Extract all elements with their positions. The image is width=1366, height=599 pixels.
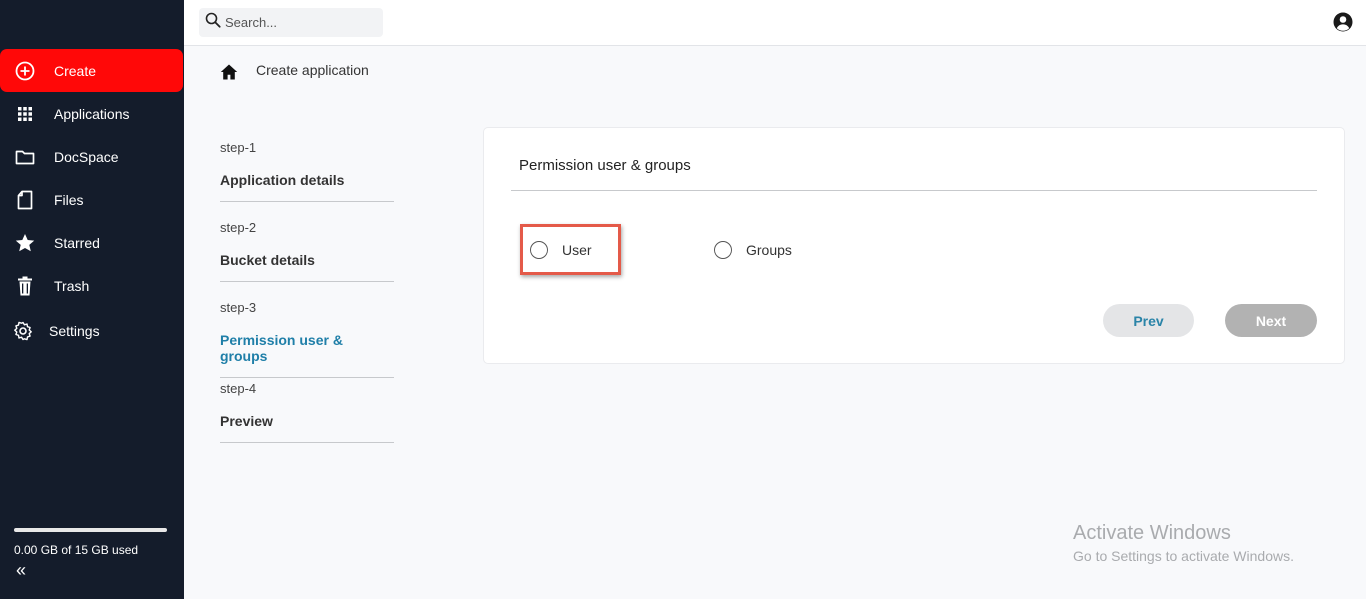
collapse-sidebar-button[interactable]: « xyxy=(16,561,26,579)
sidebar-item-docspace[interactable]: DocSpace xyxy=(0,135,184,178)
trash-icon xyxy=(14,275,36,297)
sidebar-item-label: Create xyxy=(54,62,97,79)
top-bar xyxy=(184,0,1366,46)
grid-icon xyxy=(14,103,36,125)
divider xyxy=(511,190,1317,191)
step-bucket-details[interactable]: step-2 Bucket details xyxy=(220,220,394,282)
user-radio-option[interactable]: User xyxy=(530,241,592,259)
card-title: Permission user & groups xyxy=(519,157,691,174)
step-number: step-3 xyxy=(220,300,257,315)
step-label: Application details xyxy=(220,172,345,188)
sidebar-item-label: Settings xyxy=(49,322,100,339)
prev-button[interactable]: Prev xyxy=(1103,304,1194,337)
storage-progress-bar xyxy=(14,528,167,532)
step-number: step-1 xyxy=(220,140,257,155)
step-number: step-4 xyxy=(220,381,257,396)
activate-windows-watermark-title: Activate Windows xyxy=(1073,522,1231,544)
sidebar-item-starred[interactable]: Starred xyxy=(0,221,184,264)
step-application-details[interactable]: step-1 Application details xyxy=(220,140,394,202)
sidebar-item-trash[interactable]: Trash xyxy=(0,264,184,307)
sidebar-item-label: Starred xyxy=(54,234,100,251)
gear-icon xyxy=(12,320,34,342)
user-radio-button[interactable] xyxy=(530,241,548,259)
star-icon xyxy=(14,232,36,254)
step-label: Bucket details xyxy=(220,252,315,268)
search-input[interactable] xyxy=(225,15,375,30)
sidebar-item-label: Trash xyxy=(54,277,90,294)
sidebar-item-label: Applications xyxy=(54,105,130,122)
sidebar-item-label: Files xyxy=(54,191,84,208)
sidebar-item-label: DocSpace xyxy=(54,148,119,165)
step-number: step-2 xyxy=(220,220,257,235)
plus-circle-icon xyxy=(14,60,36,82)
user-avatar-icon[interactable] xyxy=(1333,12,1353,32)
page-title: Create application xyxy=(256,62,369,78)
sidebar-item-applications[interactable]: Applications xyxy=(0,92,184,135)
groups-radio-button[interactable] xyxy=(714,241,732,259)
home-icon[interactable] xyxy=(220,63,238,81)
radio-label: User xyxy=(562,242,592,258)
sidebar-item-files[interactable]: Files xyxy=(0,178,184,221)
search-box xyxy=(199,8,383,37)
storage-usage-text: 0.00 GB of 15 GB used xyxy=(14,543,139,557)
step-preview[interactable]: step-4 Preview xyxy=(220,381,394,443)
next-button[interactable]: Next xyxy=(1225,304,1317,337)
sidebar-item-settings[interactable]: Settings xyxy=(0,309,184,352)
radio-label: Groups xyxy=(746,242,792,258)
groups-radio-option[interactable]: Groups xyxy=(714,241,792,259)
activate-windows-watermark-subtitle: Go to Settings to activate Windows. xyxy=(1073,548,1294,564)
file-icon xyxy=(14,189,36,211)
step-label: Permission user & groups xyxy=(220,332,343,364)
permission-card: Permission user & groups User Groups Pre… xyxy=(483,127,1345,364)
sidebar: Create Applications DocSpace Files Starr… xyxy=(0,0,184,599)
step-label: Preview xyxy=(220,413,273,429)
folder-icon xyxy=(14,146,36,168)
search-icon xyxy=(205,12,221,33)
step-permission-user-groups[interactable]: step-3 Permission user & groups xyxy=(220,300,394,378)
sidebar-item-create[interactable]: Create xyxy=(0,49,183,92)
